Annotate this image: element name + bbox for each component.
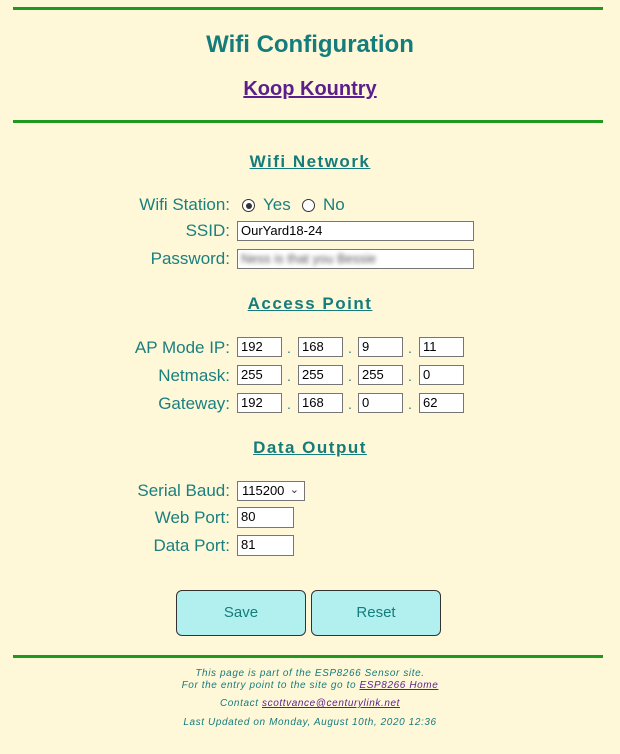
footer-contact: Contact scottvance@centurylink.net bbox=[0, 698, 620, 709]
serial-baud-row: Serial Baud: 115200 ⌄ bbox=[0, 480, 620, 502]
netmask-row: Netmask: 255 . 255 . 255 . 0 bbox=[0, 365, 620, 387]
ip-separator: . bbox=[348, 340, 352, 356]
web-port-row: Web Port: 80 bbox=[0, 507, 620, 529]
ip-separator: . bbox=[287, 340, 291, 356]
ssid-input[interactable]: OurYard18-24 bbox=[237, 221, 474, 241]
page-title: Wifi Configuration bbox=[206, 31, 414, 58]
footer-entry-text: For the entry point to the site go to bbox=[181, 680, 360, 691]
serial-baud-select[interactable]: 115200 ⌄ bbox=[237, 481, 305, 501]
data-port-row: Data Port: 81 bbox=[0, 535, 620, 557]
footer-line-2: For the entry point to the site go to ES… bbox=[0, 680, 620, 691]
chevron-down-icon: ⌄ bbox=[289, 484, 299, 496]
ip-separator: . bbox=[408, 340, 412, 356]
ip-separator: . bbox=[348, 368, 352, 384]
ssid-row: SSID: OurYard18-24 bbox=[0, 220, 620, 242]
section-access-point: Access Point bbox=[247, 294, 373, 313]
section-data-output: Data Output bbox=[253, 438, 367, 457]
station-yes-radio[interactable] bbox=[242, 199, 255, 212]
esp8266-home-link[interactable]: ESP8266 Home bbox=[359, 680, 438, 691]
netmask-octet-4[interactable]: 0 bbox=[419, 365, 464, 385]
netmask-octet-1[interactable]: 255 bbox=[237, 365, 282, 385]
wifi-station-row: Wifi Station: Yes No bbox=[0, 194, 620, 216]
section-wifi-network: Wifi Network bbox=[249, 152, 371, 171]
wifi-station-label: Wifi Station: bbox=[139, 195, 230, 214]
password-input[interactable]: Ness is that you Bessie bbox=[237, 249, 474, 269]
footer-rule bbox=[13, 655, 603, 658]
station-no-label: No bbox=[323, 195, 345, 214]
netmask-octet-2[interactable]: 255 bbox=[298, 365, 343, 385]
site-link[interactable]: Koop Kountry bbox=[243, 78, 376, 100]
contact-label: Contact bbox=[219, 698, 262, 709]
footer-last-updated: Last Updated on Monday, August 10th, 202… bbox=[183, 717, 437, 728]
gateway-octet-1[interactable]: 192 bbox=[237, 393, 282, 413]
station-no-radio[interactable] bbox=[302, 199, 315, 212]
ip-separator: . bbox=[287, 396, 291, 412]
ap-ip-label: AP Mode IP: bbox=[134, 338, 230, 357]
ip-separator: . bbox=[287, 368, 291, 384]
ip-separator: . bbox=[348, 396, 352, 412]
header-rule bbox=[13, 120, 603, 123]
ap-ip-octet-3[interactable]: 9 bbox=[358, 337, 403, 357]
gateway-label: Gateway: bbox=[158, 394, 230, 413]
gateway-octet-4[interactable]: 62 bbox=[419, 393, 464, 413]
password-row: Password: Ness is that you Bessie bbox=[0, 248, 620, 270]
gateway-octet-3[interactable]: 0 bbox=[358, 393, 403, 413]
save-button[interactable]: Save bbox=[176, 590, 306, 636]
data-port-input[interactable]: 81 bbox=[237, 535, 294, 556]
password-value: Ness is that you Bessie bbox=[241, 251, 377, 266]
serial-baud-label: Serial Baud: bbox=[137, 481, 230, 500]
web-port-input[interactable]: 80 bbox=[237, 507, 294, 528]
ap-ip-octet-4[interactable]: 11 bbox=[419, 337, 464, 357]
netmask-label: Netmask: bbox=[158, 366, 230, 385]
password-label: Password: bbox=[150, 249, 230, 268]
reset-button[interactable]: Reset bbox=[311, 590, 441, 636]
gateway-octet-2[interactable]: 168 bbox=[298, 393, 343, 413]
contact-email-link[interactable]: scottvance@centurylink.net bbox=[262, 698, 400, 709]
station-yes-label: Yes bbox=[263, 195, 291, 214]
data-port-label: Data Port: bbox=[153, 536, 230, 555]
gateway-row: Gateway: 192 . 168 . 0 . 62 bbox=[0, 393, 620, 415]
footer-line-1: This page is part of the ESP8266 Sensor … bbox=[195, 668, 425, 679]
ap-ip-octet-1[interactable]: 192 bbox=[237, 337, 282, 357]
web-port-label: Web Port: bbox=[154, 508, 230, 527]
top-rule bbox=[13, 7, 603, 10]
ap-ip-octet-2[interactable]: 168 bbox=[298, 337, 343, 357]
netmask-octet-3[interactable]: 255 bbox=[358, 365, 403, 385]
serial-baud-value: 115200 bbox=[242, 483, 285, 498]
ssid-label: SSID: bbox=[185, 221, 230, 240]
ip-separator: . bbox=[408, 368, 412, 384]
ap-ip-row: AP Mode IP: 192 . 168 . 9 . 11 bbox=[0, 337, 620, 359]
ip-separator: . bbox=[408, 396, 412, 412]
